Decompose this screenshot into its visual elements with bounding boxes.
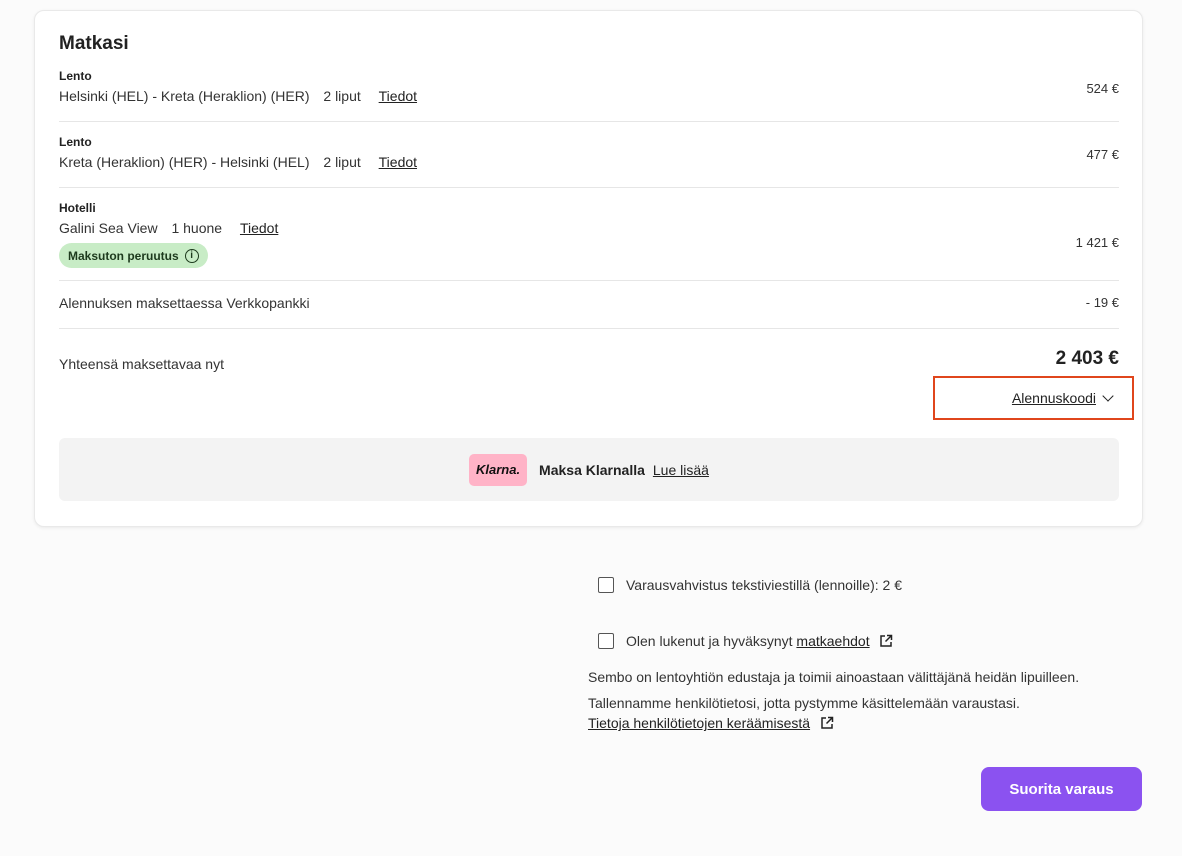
item-price: 524 € xyxy=(1086,81,1119,96)
item-kind: Lento xyxy=(59,69,92,83)
summary-title: Matkasi xyxy=(59,33,129,54)
chevron-down-icon xyxy=(1102,390,1114,402)
terms-link[interactable]: matkaehdot xyxy=(796,633,869,649)
divider xyxy=(59,328,1119,329)
item-details-link[interactable]: Tiedot xyxy=(240,220,278,236)
discount-code-label: Alennuskoodi xyxy=(1011,390,1096,406)
privacy-info-link[interactable]: Tietoja henkilötietojen keräämisestä xyxy=(588,715,810,731)
summary-item-hotel: Hotelli Galini Sea View 1 huone Tiedot M… xyxy=(59,201,1119,268)
item-kind: Lento xyxy=(59,135,92,149)
item-description: Helsinki (HEL) - Kreta (Heraklion) (HER)… xyxy=(59,87,1119,105)
item-quantity: 2 liput xyxy=(323,88,361,104)
terms-prefix: Olen lukenut ja hyväksynyt xyxy=(626,633,793,649)
payment-discount-row: Alennuksen maksettaessa Verkkopankki - 1… xyxy=(59,295,1119,311)
klarna-logo: Klarna. xyxy=(469,453,528,486)
free-cancellation-badge[interactable]: Maksuton peruutus i xyxy=(59,243,208,268)
item-price: 477 € xyxy=(1086,147,1119,162)
klarna-read-more-link[interactable]: Lue lisää xyxy=(653,462,709,478)
sms-confirmation-option[interactable]: Varausvahvistus tekstiviestillä (lennoil… xyxy=(598,577,902,593)
trip-summary-card: Matkasi Lento Helsinki (HEL) - Kreta (He… xyxy=(34,10,1143,527)
item-details-link[interactable]: Tiedot xyxy=(379,88,417,104)
info-icon[interactable]: i xyxy=(184,248,199,263)
divider xyxy=(59,121,1119,122)
summary-item-flight-outbound: Lento Helsinki (HEL) - Kreta (Heraklion)… xyxy=(59,69,1119,105)
complete-booking-button[interactable]: Suorita varaus xyxy=(981,767,1142,811)
privacy-link-row: Tietoja henkilötietojen keräämisestä xyxy=(588,715,834,731)
item-route: Helsinki (HEL) - Kreta (Heraklion) (HER) xyxy=(59,88,310,104)
klarna-text: Maksa Klarnalla xyxy=(539,461,645,478)
item-quantity: 2 liput xyxy=(323,154,361,170)
klarna-banner: Klarna. Maksa Klarnalla Lue lisää xyxy=(59,438,1119,501)
item-description: Galini Sea View 1 huone Tiedot xyxy=(59,219,1119,237)
divider xyxy=(59,187,1119,188)
terms-label: Olen lukenut ja hyväksynyt matkaehdot xyxy=(626,633,893,649)
discount-label: Alennuksen maksettaessa Verkkopankki xyxy=(59,295,310,311)
total-value: 2 403 € xyxy=(1055,348,1119,369)
item-quantity: 1 huone xyxy=(171,220,223,236)
total-label: Yhteensä maksettavaa nyt xyxy=(59,356,224,372)
sms-confirmation-label: Varausvahvistus tekstiviestillä (lennoil… xyxy=(626,577,902,593)
external-link-icon[interactable] xyxy=(820,716,834,730)
item-description: Kreta (Heraklion) (HER) - Helsinki (HEL)… xyxy=(59,153,1119,171)
discount-value: - 19 € xyxy=(1085,295,1119,310)
external-link-icon[interactable] xyxy=(879,634,893,648)
agent-disclaimer: Sembo on lentoyhtiön edustaja ja toimii … xyxy=(588,669,1080,685)
divider xyxy=(59,280,1119,281)
terms-checkbox[interactable] xyxy=(598,633,614,649)
privacy-note: Tallennamme henkilötietosi, jotta pystym… xyxy=(588,695,1020,711)
terms-option[interactable]: Olen lukenut ja hyväksynyt matkaehdot xyxy=(598,633,893,649)
item-kind: Hotelli xyxy=(59,201,96,215)
item-route: Kreta (Heraklion) (HER) - Helsinki (HEL) xyxy=(59,154,310,170)
badge-label: Maksuton peruutus xyxy=(68,248,179,263)
sms-confirmation-checkbox[interactable] xyxy=(598,577,614,593)
summary-item-flight-return: Lento Kreta (Heraklion) (HER) - Helsinki… xyxy=(59,135,1119,171)
discount-code-toggle[interactable]: Alennuskoodi xyxy=(933,376,1134,420)
item-price: 1 421 € xyxy=(1075,235,1119,250)
item-details-link[interactable]: Tiedot xyxy=(379,154,417,170)
item-route: Galini Sea View xyxy=(59,220,158,236)
